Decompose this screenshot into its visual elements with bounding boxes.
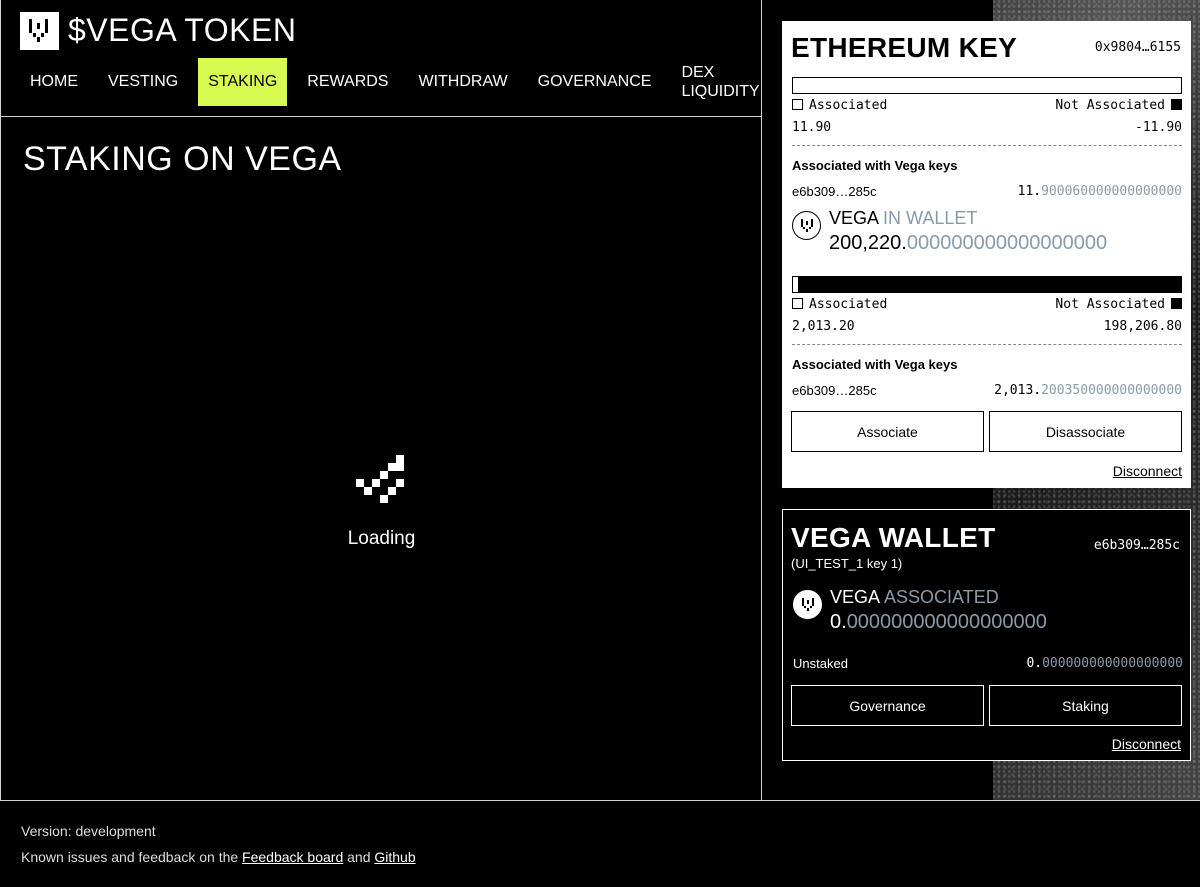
vega-wallet-address: e6b309…285c [1093, 538, 1180, 553]
app-title: $VEGA TOKEN [68, 12, 297, 48]
ethereum-key-card: ETHEREUM KEY 0x9804…6155 Associated Not … [782, 21, 1191, 488]
token-label: ASSOCIATED [884, 587, 999, 607]
vega-token-icon [792, 211, 821, 240]
main-nav: HOME VESTING STAKING REWARDS WITHDRAW GO… [20, 58, 777, 106]
not-associated-label: Not Associated [1055, 98, 1165, 113]
vega-card-title: VEGA WALLET [791, 522, 996, 553]
nav-home[interactable]: HOME [20, 58, 88, 106]
token-balance: 0.000000000000000000 [830, 611, 1047, 633]
not-associated-square-icon [1171, 99, 1182, 110]
vega-key: e6b309…285c [792, 383, 877, 398]
association-legend: Associated Not Associated [792, 297, 1182, 312]
associated-key-row: e6b309…285c 11.900060000000000000 [792, 184, 1182, 199]
unstaked-row: Unstaked 0.000000000000000000 [793, 656, 1183, 671]
token-balance: 200,220.000000000000000000 [829, 232, 1108, 254]
not-associated-value: -11.90 [1135, 120, 1182, 135]
associated-key-row: e6b309…285c 2,013.200350000000000000 [792, 383, 1182, 398]
vega-disconnect-link[interactable]: Disconnect [1112, 736, 1181, 752]
divider [792, 344, 1182, 345]
key-value-int: 2,013. [994, 383, 1042, 398]
not-associated-label: Not Associated [1055, 297, 1165, 312]
associated-square-icon [792, 99, 803, 110]
key-value-dec: 200350000000000000 [1041, 383, 1182, 398]
nav-rewards[interactable]: REWARDS [297, 58, 398, 106]
nav-vesting[interactable]: VESTING [98, 58, 188, 106]
associated-value: 2,013.20 [792, 319, 855, 334]
nav-staking[interactable]: STAKING [198, 58, 288, 106]
not-associated-value: 198,206.80 [1103, 319, 1182, 334]
associate-button[interactable]: Associate [791, 411, 984, 452]
vega-wallet-card: VEGA WALLET e6b309…285c (UI_TEST_1 key 1… [782, 509, 1191, 761]
association-values: 11.90 -11.90 [792, 120, 1182, 135]
page-title: STAKING ON VEGA [23, 140, 342, 178]
not-associated-square-icon [1171, 298, 1182, 309]
nav-dex-liquidity[interactable]: DEX LIQUIDITY [671, 58, 767, 106]
association-bar [792, 77, 1182, 94]
associated-value: 11.90 [792, 120, 832, 135]
associated-label: Associated [809, 297, 888, 312]
vega-logo-icon[interactable] [20, 12, 59, 50]
footer: Version: development Known issues and fe… [0, 800, 1200, 887]
ethereum-address: 0x9804…6155 [1094, 40, 1181, 55]
disassociate-button[interactable]: Disassociate [989, 411, 1182, 452]
associated-keys-header: Associated with Vega keys [792, 357, 958, 372]
divider [792, 145, 1182, 146]
vega-key-name: (UI_TEST_1 key 1) [791, 556, 903, 571]
ethereum-disconnect-link[interactable]: Disconnect [1113, 463, 1182, 479]
page: $VEGA TOKEN HOME VESTING STAKING REWARDS… [0, 0, 1200, 887]
token-name: VEGA [829, 208, 880, 228]
ethereum-card-title: ETHEREUM KEY [791, 32, 1018, 63]
version-text: Version: development [21, 823, 156, 839]
feedback-board-link[interactable]: Feedback board [242, 849, 343, 865]
association-values: 2,013.20 198,206.80 [792, 319, 1182, 334]
vega-key: e6b309…285c [792, 184, 877, 199]
governance-button[interactable]: Governance [791, 685, 984, 726]
loading-text: Loading [347, 528, 416, 549]
loading-spinner-icon [356, 455, 408, 507]
associated-keys-header: Associated with Vega keys [792, 158, 958, 173]
nav-governance[interactable]: GOVERNANCE [528, 58, 662, 106]
token-label: IN WALLET [883, 208, 978, 228]
staking-button[interactable]: Staking [989, 685, 1182, 726]
nav-withdraw[interactable]: WITHDRAW [408, 58, 517, 106]
unstaked-label: Unstaked [793, 656, 848, 671]
header: $VEGA TOKEN HOME VESTING STAKING REWARDS… [1, 0, 762, 117]
key-value-dec: 900060000000000000 [1041, 184, 1182, 199]
token-name: VEGA [830, 587, 881, 607]
association-bar [792, 276, 1182, 293]
github-link[interactable]: Github [374, 849, 415, 865]
associated-label: Associated [809, 98, 888, 113]
vega-token-icon [793, 590, 822, 619]
associated-square-icon [792, 298, 803, 309]
association-legend: Associated Not Associated [792, 98, 1182, 113]
feedback-text: Known issues and feedback on the Feedbac… [21, 849, 416, 865]
key-value-int: 11. [1017, 184, 1042, 199]
main-panel: $VEGA TOKEN HOME VESTING STAKING REWARDS… [0, 0, 762, 801]
